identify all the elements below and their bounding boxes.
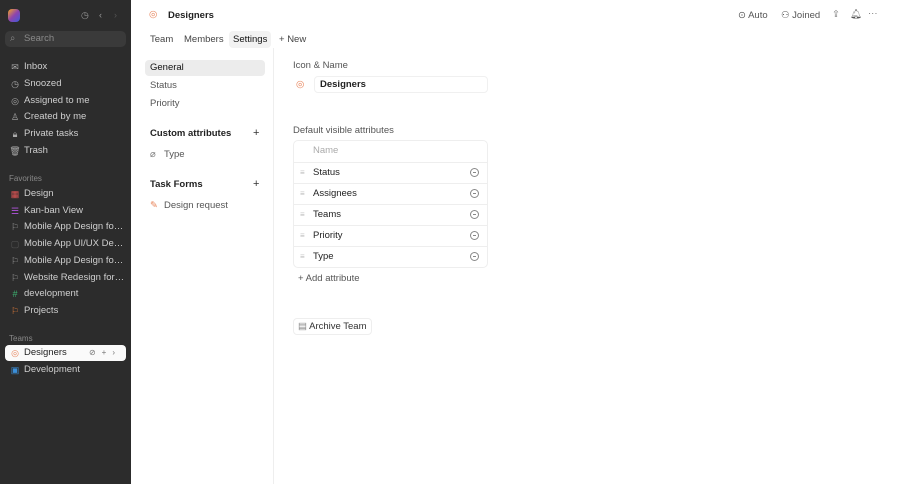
user-icon: ♙ — [10, 112, 20, 123]
attribute-row: ≡ Type — [294, 246, 487, 267]
teams-heading: Teams — [9, 334, 33, 343]
team-name-input[interactable]: Designers — [314, 76, 488, 93]
attribute-row: ≡ Status — [294, 162, 487, 183]
settings-nav-status[interactable]: Status — [145, 78, 265, 94]
history-icon[interactable]: ◷ — [81, 10, 89, 21]
joined-button[interactable]: ⚇ Joined — [781, 10, 820, 21]
search-input[interactable]: ⌕ Search — [5, 31, 126, 47]
drag-handle-icon[interactable]: ≡ — [300, 226, 305, 246]
forward-icon[interactable]: › — [114, 10, 117, 20]
item-icon: ⚐ — [10, 272, 20, 283]
custom-attributes-heading: Custom attributes — [150, 128, 232, 139]
drag-handle-icon[interactable]: ≡ — [300, 184, 305, 204]
favorite-item[interactable]: ☰ Kan-ban View — [5, 203, 126, 219]
table-header: Name — [313, 145, 339, 156]
settings-nav-priority[interactable]: Priority — [145, 96, 265, 112]
target-icon: ◎ — [11, 95, 19, 106]
add-task-form-button[interactable]: + — [253, 178, 259, 190]
more-icon[interactable]: ··· — [868, 8, 878, 19]
item-icon: ▦ — [10, 189, 20, 199]
team-actions[interactable]: ⊘+› — [89, 345, 121, 361]
app-logo — [8, 9, 20, 22]
share-icon[interactable]: ⇪ — [832, 9, 840, 20]
team-item[interactable]: ▣ Development — [5, 362, 126, 378]
item-icon: ⚐ — [10, 305, 20, 316]
settings-nav-general[interactable]: General — [145, 60, 265, 76]
attribute-row: ≡ Priority — [294, 225, 487, 246]
sidebar-item-private-tasks[interactable]: 🔒︎ Private tasks — [5, 126, 126, 142]
members-icon: ⚇ — [781, 10, 790, 21]
drag-handle-icon[interactable]: ≡ — [300, 247, 305, 267]
team-icon: ◎ — [149, 9, 158, 20]
favorites-heading: Favorites — [9, 174, 42, 183]
drag-handle-icon[interactable]: ≡ — [300, 163, 305, 183]
drag-handle-icon[interactable]: ≡ — [300, 205, 305, 225]
remove-attribute-icon[interactable] — [470, 231, 479, 240]
favorite-item[interactable]: ▢ Mobile App UI/UX Desi... — [5, 236, 126, 252]
attributes-table: Name ≡ Status ≡ Assignees ≡ Teams ≡ Priority ≡ Ty… — [293, 140, 488, 268]
lock-icon: 🔒︎ — [12, 129, 18, 140]
archive-icon: ▤ — [298, 321, 307, 332]
team-icon-picker[interactable]: ◎ — [296, 79, 304, 90]
remove-attribute-icon[interactable] — [470, 189, 479, 198]
page-title: Designers — [168, 10, 214, 21]
header: ◎ Designers ⊙ Auto ⚇ Joined ⇪ 🔔︎ ··· — [131, 0, 900, 30]
sidebar-item-trash[interactable]: 🗑︎ Trash — [5, 143, 126, 159]
archive-team-button[interactable]: ▤ Archive Team — [293, 318, 372, 335]
sidebar-item-inbox[interactable]: ✉ Inbox — [5, 59, 126, 75]
item-icon: ⚐ — [10, 255, 20, 266]
tab-settings[interactable]: Settings — [229, 31, 272, 48]
add-custom-attribute-button[interactable]: + — [253, 127, 259, 139]
sidebar-item-created-by-me[interactable]: ♙ Created by me — [5, 109, 126, 125]
auto-button[interactable]: ⊙ Auto — [738, 10, 768, 21]
tab-members[interactable]: Members — [180, 31, 228, 48]
add-attribute-button[interactable]: + Add attribute — [298, 273, 360, 284]
icon-name-label: Icon & Name — [293, 60, 348, 71]
sidebar: ◷ ‹ › ⌕ Search ✉ Inbox ◷ Snoozed ◎ Assigned to… — [0, 0, 131, 484]
item-icon: ☰ — [10, 205, 20, 216]
team-item[interactable]: ◎ Designers ⊘+› — [5, 345, 126, 361]
custom-attribute-type[interactable]: ⌀ Type — [145, 147, 265, 163]
task-form-design-request[interactable]: ✎ Design request — [145, 198, 265, 214]
item-icon: ▣ — [10, 364, 20, 375]
remove-attribute-icon[interactable] — [470, 168, 479, 177]
sidebar-item-snoozed[interactable]: ◷ Snoozed — [5, 76, 126, 92]
item-icon: # — [12, 289, 18, 300]
remove-attribute-icon[interactable] — [470, 252, 479, 261]
remove-attribute-icon[interactable] — [470, 210, 479, 219]
back-icon[interactable]: ‹ — [99, 10, 102, 20]
search-icon: ⌕ — [10, 33, 16, 44]
favorite-item[interactable]: ⚐ Website Redesign for a... — [5, 270, 126, 286]
favorite-item[interactable]: # development — [5, 286, 126, 302]
item-icon: ◎ — [11, 348, 19, 358]
task-forms-heading: Task Forms — [150, 179, 203, 190]
divider — [273, 48, 274, 484]
attribute-row: ≡ Assignees — [294, 183, 487, 204]
favorite-item[interactable]: ⚐ Mobile App Design for ... — [5, 219, 126, 235]
tag-icon: ⌀ — [150, 149, 156, 160]
attribute-row: ≡ Teams — [294, 204, 487, 225]
item-icon: ▢ — [10, 239, 20, 250]
auto-icon: ⊙ — [738, 10, 746, 21]
clock-icon: ◷ — [11, 78, 19, 89]
inbox-icon: ✉ — [11, 62, 19, 72]
item-icon: ⚐ — [10, 222, 20, 233]
trash-icon: 🗑︎ — [9, 146, 21, 156]
bell-icon[interactable]: 🔔︎ — [850, 9, 862, 20]
favorite-item[interactable]: ⚐ Projects — [5, 303, 126, 319]
new-tab-button[interactable]: + New — [275, 31, 310, 48]
default-attributes-label: Default visible attributes — [293, 125, 394, 136]
sidebar-item-assigned-to-me[interactable]: ◎ Assigned to me — [5, 93, 126, 109]
tab-team[interactable]: Team — [146, 31, 177, 48]
favorite-item[interactable]: ▦ Design — [5, 186, 126, 202]
form-icon: ✎ — [150, 200, 158, 211]
favorite-item[interactable]: ⚐ Mobile App Design for ... — [5, 253, 126, 269]
